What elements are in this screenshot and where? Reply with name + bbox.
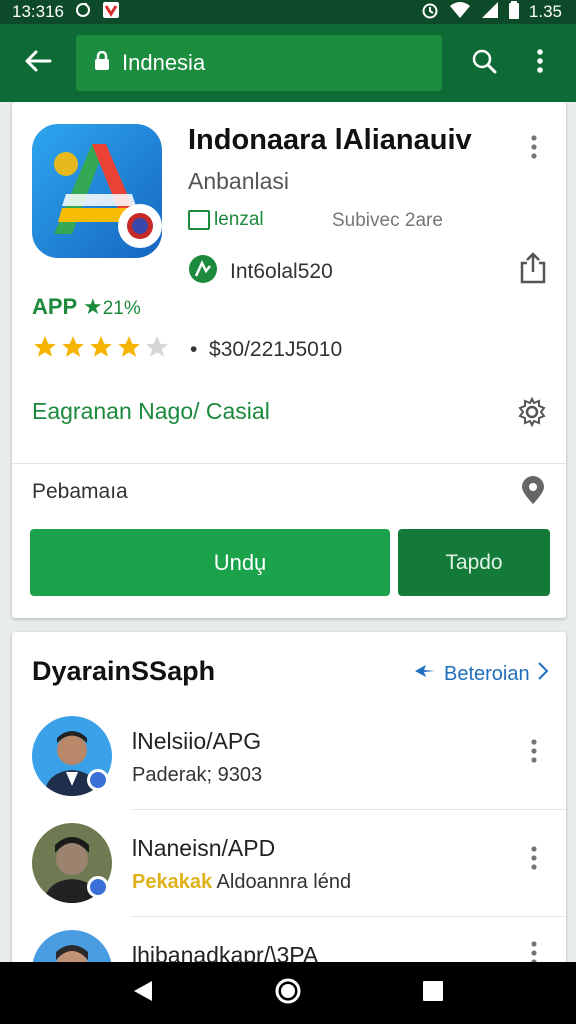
status-bar: 13:316 1.35 — [0, 0, 576, 24]
star-icon — [90, 336, 112, 357]
app-menu-button[interactable] — [524, 134, 544, 164]
search-text: Indnesia — [122, 50, 206, 75]
share-icon — [518, 252, 548, 288]
battery-icon — [508, 0, 519, 24]
signal-icon — [481, 1, 499, 24]
star-icon — [62, 336, 84, 357]
location-pin-icon — [520, 476, 546, 510]
nav-home-button[interactable] — [268, 973, 308, 1013]
more-vert-icon — [531, 845, 537, 875]
price-value: $30/221J5010 — [209, 338, 343, 361]
chevron-right-icon — [537, 662, 549, 686]
secondary-button[interactable]: Tapdo — [398, 529, 550, 596]
location-button[interactable] — [520, 476, 550, 508]
rank-prefix: APP — [32, 294, 77, 319]
list-item-rating: Pekakak — [132, 871, 213, 893]
row-divider — [132, 916, 566, 917]
status-time-right: 1.35 — [528, 2, 562, 21]
list-item-title: lNelsiio/APG — [132, 728, 262, 754]
developer-name: Int6olal520 — [230, 260, 333, 283]
nav-home-icon — [274, 977, 302, 1010]
rating-stars — [32, 334, 170, 360]
app-detail-card: Indonaara lAlianauiv Anbanlasi lenzal Su… — [12, 102, 566, 618]
lock-icon — [94, 50, 110, 76]
nav-recents-icon — [422, 980, 444, 1007]
overflow-menu-button[interactable] — [512, 24, 568, 102]
badge-label: lenzal — [214, 209, 264, 230]
price-bullet: • — [190, 338, 198, 361]
app-subtext: Subivec 2are — [332, 210, 443, 231]
app-category[interactable]: Eagranan Nago/ Casial — [32, 398, 270, 425]
rank-star-icon: ★ — [82, 294, 103, 319]
search-icon — [471, 48, 497, 79]
share-button[interactable] — [518, 252, 548, 284]
nav-back-icon — [132, 979, 154, 1008]
more-vert-icon — [537, 48, 543, 78]
list-item-menu-button[interactable] — [524, 738, 544, 768]
list-item-subtitle: Pekakak Aldoannra lénd — [132, 871, 351, 894]
back-arrow-icon — [24, 49, 52, 78]
rank-value: 21% — [102, 298, 141, 319]
settings-button[interactable] — [516, 396, 548, 428]
wifi-icon — [449, 1, 471, 24]
badge-icon — [188, 210, 210, 230]
more-vert-icon — [531, 134, 537, 164]
search-field[interactable]: Indnesia — [76, 35, 442, 91]
back-button[interactable] — [0, 24, 76, 102]
list-item[interactable]: lNaneisn/APD Pekakak Aldoannra lénd — [32, 823, 566, 923]
system-nav-bar — [0, 962, 576, 1024]
alarm-icon — [421, 1, 439, 24]
verified-badge-icon — [87, 876, 109, 898]
section-title: DyarainSSaph — [32, 656, 216, 686]
see-more-label: Beteroian — [444, 662, 530, 685]
star-empty-icon — [146, 336, 168, 357]
see-more-link[interactable]: Beteroian — [414, 662, 549, 686]
forward-arrow-icon — [414, 662, 436, 686]
price-info: • $30/221J5010 — [190, 338, 342, 362]
app-bar: Indnesia — [0, 24, 576, 102]
section-label: Pebamaıa — [32, 480, 128, 503]
list-item-menu-button[interactable] — [524, 845, 544, 875]
app-title: Indonaara lAlianauiv — [188, 124, 472, 156]
list-item-title: lNaneisn/APD — [132, 835, 276, 861]
sync-icon — [74, 1, 92, 24]
app-notification-icon — [102, 1, 120, 24]
star-icon — [34, 336, 56, 357]
app-subtitle: Anbanlasi — [188, 168, 290, 194]
star-icon — [118, 336, 140, 357]
row-divider — [132, 809, 566, 810]
more-vert-icon — [531, 738, 537, 768]
developer-icon — [188, 254, 218, 290]
nav-back-button[interactable] — [123, 973, 163, 1013]
search-button[interactable] — [456, 24, 512, 102]
app-icon[interactable] — [32, 124, 162, 258]
nav-recents-button[interactable] — [413, 973, 453, 1013]
app-rank: APP ★21% — [32, 294, 141, 320]
verified-badge-icon — [87, 769, 109, 791]
gear-icon — [516, 396, 548, 432]
related-section-card: DyarainSSaph Beteroian lNelsiio/APG Pade… — [12, 632, 566, 1010]
list-item-subtitle-text: Aldoannra lénd — [216, 871, 352, 893]
developer-row[interactable]: Int6olal520 — [188, 254, 333, 290]
list-item-subtitle: Paderak; 9303 — [132, 764, 263, 786]
divider — [12, 463, 566, 464]
install-button[interactable]: Undu̧ — [30, 529, 390, 596]
list-item[interactable]: lNelsiio/APG Paderak; 9303 — [32, 716, 566, 816]
app-badge: lenzal — [188, 209, 264, 231]
status-time: 13:316 — [12, 2, 64, 21]
